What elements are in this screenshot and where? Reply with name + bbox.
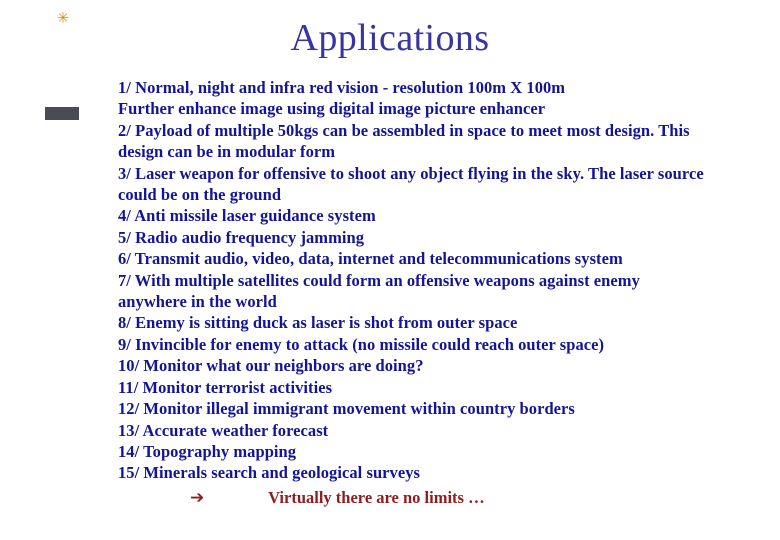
- list-item: 2/ Payload of multiple 50kgs can be asse…: [118, 120, 690, 140]
- page-title-text: Applications: [290, 17, 490, 59]
- list-item: 13/ Accurate weather forecast: [118, 420, 329, 440]
- list-item: 14/ Topography mapping: [118, 441, 297, 461]
- gray-bar-decoration: [45, 107, 79, 120]
- list-item: 11/ Monitor terrorist activities: [118, 377, 333, 397]
- list-item: 1/ Normal, night and infra red vision - …: [118, 78, 566, 97]
- closing-statement: ➔ Virtually there are no limits …: [118, 487, 768, 509]
- closing-statement-text: Virtually there are no limits …: [268, 488, 485, 507]
- list-item: 15/ Minerals search and geological surve…: [118, 463, 420, 483]
- slide-canvas: ✳ Applications 1/ Normal, night and infr…: [0, 0, 780, 540]
- list-item: 6/ Transmit audio, video, data, internet…: [118, 249, 623, 269]
- list-item: 7/ With multiple satellites could form a…: [118, 270, 640, 290]
- page-title: Applications: [0, 16, 780, 60]
- list-item: 4/ Anti missile laser guidance system: [118, 206, 376, 226]
- list-item: 10/ Monitor what our neighbors are doing…: [118, 356, 424, 376]
- list-item: anywhere in the world: [118, 292, 277, 312]
- list-item: 9/ Invincible for enemy to attack (no mi…: [118, 334, 605, 354]
- list-item: design can be in modular form: [118, 142, 336, 162]
- list-item: 12/ Monitor illegal immigrant movement w…: [118, 399, 575, 419]
- list-item: Further enhance image using digital imag…: [118, 99, 546, 119]
- list-item: 5/ Radio audio frequency jamming: [118, 227, 365, 247]
- applications-list: 1/ Normal, night and infra red vision - …: [118, 77, 768, 484]
- right-arrow-icon: ➔: [190, 488, 205, 508]
- list-item: 3/ Laser weapon for offensive to shoot a…: [118, 163, 704, 183]
- list-item: 8/ Enemy is sitting duck as laser is sho…: [118, 313, 518, 333]
- list-item: could be on the ground: [118, 185, 282, 205]
